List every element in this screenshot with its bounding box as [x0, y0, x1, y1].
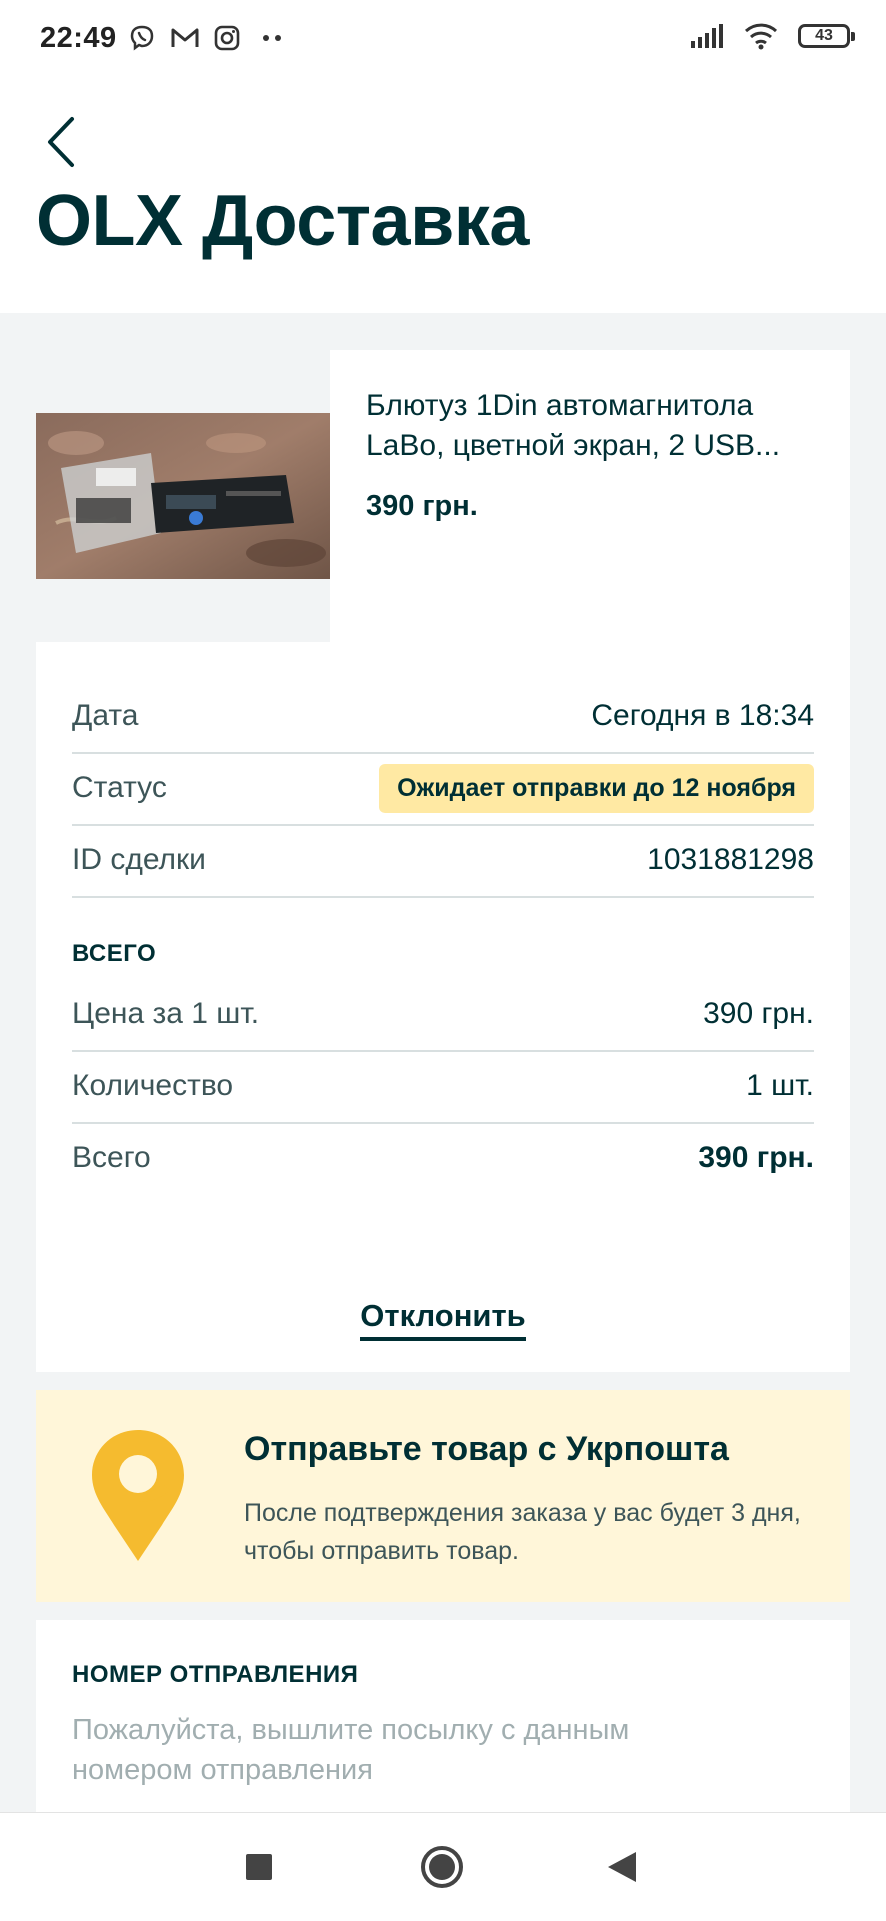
total-row: Всего 390 грн.	[72, 1122, 814, 1194]
viber-icon	[130, 25, 154, 51]
totals-heading: ВСЕГО	[72, 940, 157, 967]
status-label: Статус	[72, 771, 167, 804]
status-system-icons: 43	[690, 22, 855, 50]
quantity-row: Количество 1 шт.	[72, 1050, 814, 1124]
status-row: Статус Ожидает отправки до 12 ноября	[72, 752, 814, 826]
shipping-info-title: Отправьте товар с Укрпошта	[244, 1430, 729, 1468]
recents-square-icon[interactable]	[245, 1853, 273, 1881]
instagram-icon	[214, 25, 240, 51]
home-circle-icon[interactable]	[420, 1845, 464, 1889]
more-dots-icon	[263, 35, 281, 41]
status-notification-icons	[128, 24, 286, 52]
unit-price-label: Цена за 1 шт.	[72, 997, 260, 1030]
back-triangle-icon[interactable]	[607, 1851, 637, 1883]
chevron-left-icon[interactable]	[42, 115, 82, 169]
date-row: Дата Сегодня в 18:34	[72, 680, 814, 754]
shipping-info-text: После подтверждения заказа у вас будет 3…	[244, 1499, 801, 1565]
total-value: 390 грн.	[698, 1141, 814, 1174]
system-nav-bar	[0, 1812, 886, 1921]
battery-icon: 43	[798, 24, 855, 48]
decline-container: Отклонить	[0, 1298, 886, 1341]
status-time: 22:49	[40, 22, 117, 54]
tracking-heading: НОМЕР ОТПРАВЛЕНИЯ	[72, 1661, 359, 1688]
product-price: 390 грн.	[366, 490, 478, 522]
product-image[interactable]	[36, 413, 330, 579]
page-title: OLX Доставка	[36, 181, 529, 261]
date-value: Сегодня в 18:34	[591, 699, 814, 732]
gmail-icon	[171, 28, 199, 47]
deal-id-row: ID сделки 1031881298	[72, 824, 814, 898]
unit-price-value: 390 грн.	[703, 997, 814, 1030]
unit-price-row: Цена за 1 шт. 390 грн.	[72, 978, 814, 1052]
signal-icon	[691, 24, 723, 48]
total-label: Всего	[72, 1141, 151, 1174]
location-pin-icon	[92, 1430, 184, 1561]
deal-id-value: 1031881298	[647, 843, 814, 876]
quantity-label: Количество	[72, 1069, 234, 1102]
date-label: Дата	[72, 699, 139, 732]
quantity-value: 1 шт.	[746, 1069, 814, 1102]
wifi-icon	[744, 23, 778, 50]
status-badge: Ожидает отправки до 12 ноября	[379, 763, 814, 813]
product-name[interactable]: Блютуз 1Din автомагнитола LaBo, цветной …	[366, 386, 816, 466]
tracking-text: Пожалуйста, вышлите посылку с данным ном…	[72, 1714, 630, 1786]
decline-button[interactable]: Отклонить	[360, 1298, 526, 1341]
deal-id-label: ID сделки	[72, 843, 206, 876]
